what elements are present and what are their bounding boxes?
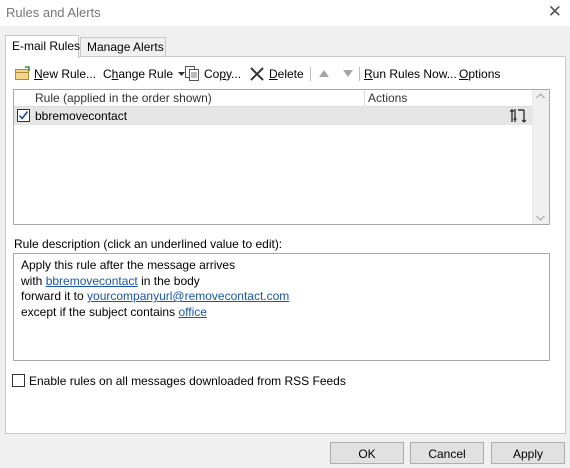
run-rules-now-button[interactable]: Run Rules Now... xyxy=(364,65,457,83)
description-line: Apply this rule after the message arrive… xyxy=(21,258,542,274)
options-label-mnemonic: O xyxy=(459,67,469,81)
options-label-b: ptions xyxy=(468,67,501,81)
rules-toolbar: New Rule... Change Rule Copy... Delete R… xyxy=(10,65,550,83)
run-rules-label-mnemonic: R xyxy=(364,67,373,81)
delete-label-b: elete xyxy=(277,67,304,81)
options-button[interactable]: Options xyxy=(459,65,500,83)
copy-label-b: y... xyxy=(226,67,242,81)
rss-rules-label[interactable]: Enable rules on all messages downloaded … xyxy=(29,374,346,388)
body-words-link[interactable]: bbremovecontact xyxy=(46,274,138,288)
new-rule-label-mnemonic: N xyxy=(34,67,43,81)
column-header-actions[interactable]: Actions xyxy=(368,91,407,105)
delete-x-icon xyxy=(250,67,264,81)
rule-row[interactable]: bbremovecontact xyxy=(14,107,532,125)
delete-label-mnemonic: D xyxy=(269,67,278,81)
forward-rule-icon xyxy=(510,108,526,123)
copy-label-a: Co xyxy=(204,67,220,81)
column-divider[interactable] xyxy=(364,90,365,107)
description-text: with xyxy=(21,273,46,288)
scroll-down-icon[interactable] xyxy=(536,215,545,221)
window-title: Rules and Alerts xyxy=(6,5,101,20)
run-rules-label-b: un Rules Now... xyxy=(372,67,457,81)
change-rule-label-a: C xyxy=(103,67,112,81)
description-text: forward it to xyxy=(21,289,88,303)
subject-words-link[interactable]: office xyxy=(178,305,206,319)
ok-button[interactable]: OK xyxy=(330,442,404,464)
description-line: with bbremovecontact in the body xyxy=(21,274,542,290)
new-rule-label-b: ew Rule... xyxy=(42,67,97,81)
rules-list-header: Rule (applied in the order shown) Action… xyxy=(14,90,532,107)
arrow-up-icon xyxy=(319,70,329,77)
delete-button[interactable]: Delete xyxy=(250,65,304,83)
move-up-button[interactable] xyxy=(319,70,329,88)
rule-description-label: Rule description (click an underlined va… xyxy=(14,237,283,251)
apply-button[interactable]: Apply xyxy=(491,442,565,464)
change-rule-label-b: ange Rule xyxy=(118,67,174,81)
copy-icon xyxy=(185,66,200,81)
checkmark-icon xyxy=(18,110,29,121)
tab-manage-alerts[interactable]: Manage Alerts xyxy=(80,37,166,57)
description-text: in the body xyxy=(137,273,200,288)
forward-address-link[interactable]: yourcompanyurl@removecontact.com xyxy=(87,289,289,303)
description-line: forward it to yourcompanyurl@removeconta… xyxy=(21,289,542,305)
description-line: except if the subject contains office xyxy=(21,305,542,321)
new-rule-icon xyxy=(15,66,31,81)
arrow-down-icon xyxy=(343,70,353,77)
toolbar-separator xyxy=(359,67,360,81)
rss-rules-checkbox[interactable] xyxy=(12,374,25,387)
title-bar: Rules and Alerts ✕ xyxy=(0,0,570,26)
move-down-button[interactable] xyxy=(343,70,353,88)
scroll-up-icon[interactable] xyxy=(536,93,545,99)
close-icon[interactable]: ✕ xyxy=(548,2,562,22)
column-header-rule[interactable]: Rule (applied in the order shown) xyxy=(35,91,212,105)
rules-list[interactable]: Rule (applied in the order shown) Action… xyxy=(13,89,550,225)
copy-button[interactable]: Copy... xyxy=(185,65,241,83)
new-rule-button[interactable]: New Rule... xyxy=(15,65,96,83)
rule-name: bbremovecontact xyxy=(35,109,128,123)
rule-description-box: Apply this rule after the message arrive… xyxy=(13,253,550,361)
rule-enabled-checkbox[interactable] xyxy=(17,109,30,122)
change-rule-button[interactable]: Change Rule xyxy=(103,65,186,83)
rules-list-scrollbar[interactable] xyxy=(532,90,549,224)
cancel-button[interactable]: Cancel xyxy=(410,442,484,464)
tab-email-rules[interactable]: E-mail Rules xyxy=(5,35,80,58)
description-text: except if the subject contains xyxy=(21,304,179,319)
description-text: Apply this rule after the message arrive… xyxy=(21,258,236,272)
toolbar-separator xyxy=(310,67,311,81)
